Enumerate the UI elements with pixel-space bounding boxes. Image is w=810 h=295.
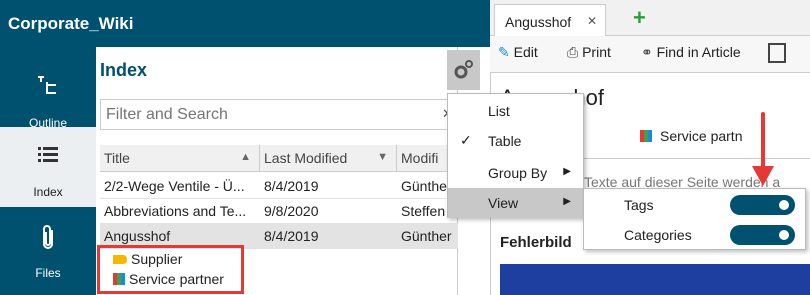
- nav-files[interactable]: Files: [0, 208, 96, 288]
- article-category-label: Service partn: [660, 128, 743, 144]
- row-modified: 8/4/2019: [264, 228, 319, 244]
- settings-button[interactable]: [447, 50, 480, 90]
- checkmark-icon: ✓: [460, 132, 472, 148]
- submenu-item-label: Categories: [624, 227, 692, 243]
- printer-icon: ⎙: [567, 44, 579, 60]
- row-title: Abbreviations and Te...: [104, 203, 247, 219]
- document-icon[interactable]: [768, 43, 786, 63]
- pencil-icon: ✎: [498, 44, 510, 60]
- edit-label: Edit: [513, 44, 538, 60]
- column-modified-by-label: Modifi: [401, 150, 439, 166]
- sort-asc-icon: ▲: [240, 151, 251, 163]
- category-icon: [640, 130, 652, 142]
- submenu-arrow-icon: ▶: [563, 166, 571, 177]
- row-title: 2/2-Wege Ventile - Ü...: [104, 178, 245, 194]
- tags-toggle[interactable]: [730, 195, 795, 215]
- nav-index[interactable]: Index: [0, 127, 96, 207]
- submenu-item-label: Tags: [624, 197, 654, 213]
- nav-index-label: Index: [33, 185, 63, 199]
- edit-button[interactable]: ✎ Edit: [498, 44, 538, 61]
- column-title-label: Title: [104, 150, 130, 166]
- column-title[interactable]: Title ▲: [100, 145, 260, 172]
- tab-label: Angusshof: [505, 14, 572, 30]
- view-submenu: Tags Categories: [583, 188, 806, 250]
- tab-angusshof[interactable]: Angusshof ✕: [494, 4, 606, 36]
- article-image: [500, 264, 810, 295]
- menu-item-table[interactable]: ✓ Table: [448, 126, 583, 156]
- close-tab-icon[interactable]: ✕: [587, 14, 597, 28]
- find-in-article-button[interactable]: ⚭ Find in Article: [641, 44, 741, 61]
- annotation-arrow-icon: [752, 112, 774, 186]
- binoculars-icon: ⚭: [641, 44, 653, 60]
- filter-dropdown-icon[interactable]: ▼: [377, 151, 388, 163]
- list-icon: [38, 147, 58, 162]
- app-title: Corporate_Wiki: [0, 0, 490, 47]
- print-label: Print: [582, 44, 611, 60]
- submenu-item-categories[interactable]: Categories: [584, 220, 805, 250]
- paperclip-icon: [43, 225, 53, 249]
- highlight-box: [97, 245, 244, 294]
- categories-toggle[interactable]: [730, 225, 795, 245]
- gears-icon: [454, 60, 473, 79]
- view-options-menu: List ✓ Table Group By ▶ View ▶: [447, 93, 584, 218]
- toggle-knob: [779, 230, 789, 240]
- outline-icon: [38, 76, 56, 94]
- find-label: Find in Article: [656, 44, 741, 60]
- menu-item-label: View: [488, 195, 519, 211]
- menu-item-label: Group By: [488, 165, 548, 181]
- column-last-modified-label: Last Modified: [264, 150, 348, 166]
- menu-item-label: Table: [488, 133, 522, 149]
- column-last-modified[interactable]: Last Modified ▼: [260, 145, 397, 172]
- menu-item-label: List: [488, 103, 510, 119]
- toggle-knob: [779, 200, 789, 210]
- row-modified: 9/8/2020: [264, 203, 319, 219]
- submenu-arrow-icon: ▶: [563, 196, 571, 207]
- menu-item-view[interactable]: View ▶: [448, 188, 583, 218]
- menu-item-group-by[interactable]: Group By ▶: [448, 158, 583, 188]
- table-row[interactable]: 2/2-Wege Ventile - Ü... 8/4/2019 Günther: [100, 174, 458, 199]
- menu-item-list[interactable]: List: [448, 96, 583, 126]
- row-modified-by: Günther: [401, 228, 452, 244]
- nav-files-label: Files: [35, 266, 61, 280]
- add-tab-icon[interactable]: +: [633, 5, 646, 31]
- submenu-item-tags[interactable]: Tags: [584, 190, 805, 220]
- row-title: Angusshof: [104, 228, 171, 244]
- table-row[interactable]: Abbreviations and Te... 9/8/2020 Steffen: [100, 199, 458, 224]
- row-modified: 8/4/2019: [264, 178, 319, 194]
- nav-outline[interactable]: Outline: [0, 58, 96, 138]
- filter-search-input[interactable]: [100, 99, 452, 130]
- print-button[interactable]: ⎙ Print: [567, 44, 611, 61]
- index-title: Index: [100, 60, 148, 80]
- section-heading: Fehlerbild: [500, 234, 572, 251]
- article-category[interactable]: Service partn: [640, 128, 742, 144]
